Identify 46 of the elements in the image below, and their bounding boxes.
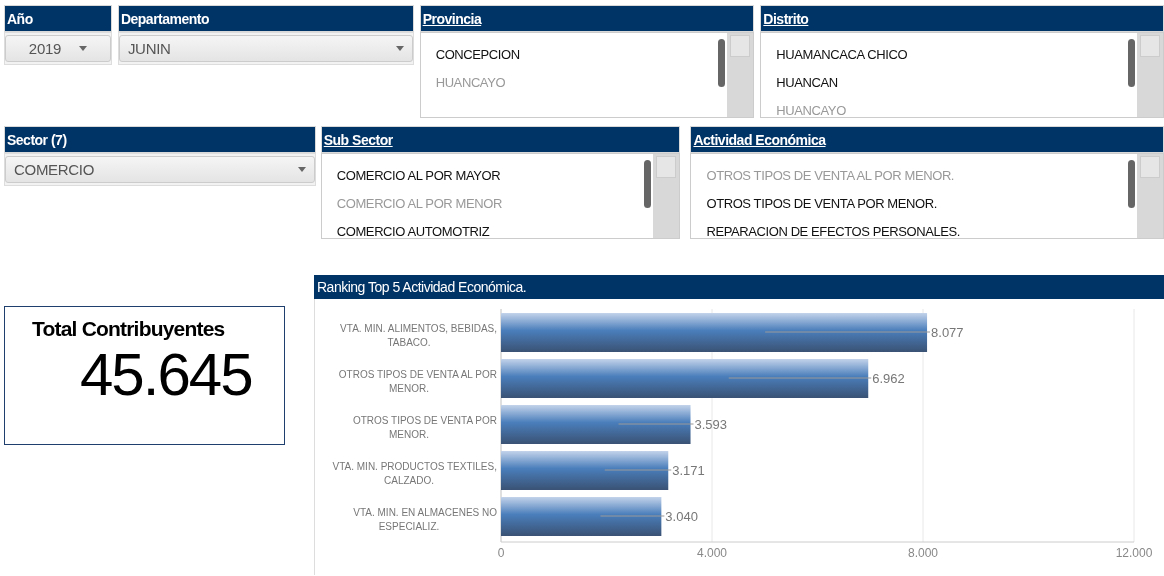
panel-title: Actividad Económica	[693, 131, 826, 148]
dropdown[interactable]: 2019	[5, 35, 111, 62]
chart-title: Ranking Top 5 Actividad Económica.	[317, 279, 527, 295]
category-label: VTA. MIN. PRODUCTOS TEXTILES,	[332, 461, 497, 472]
list-item[interactable]: COMERCIO AL POR MAYOR	[336, 162, 644, 190]
category-label: ESPECIALIZ.	[378, 521, 440, 532]
value-label: 8.077	[931, 325, 964, 340]
category-label: TABACO.	[387, 337, 431, 348]
panel-title: Sector (7)	[7, 131, 67, 148]
panel-title: Sub Sector	[323, 131, 393, 148]
category-label: MENOR.	[389, 383, 429, 394]
caret-icon	[297, 167, 306, 172]
value-label: 6.962	[872, 371, 905, 386]
list-item[interactable]: REPARACION DE EFECTOS PERSONALES.	[706, 218, 1127, 238]
panel-title: Distrito	[763, 10, 809, 27]
axis-tick-label: 0	[497, 546, 505, 560]
category-label: VTA. MIN. EN ALMACENES NO	[353, 507, 497, 518]
axis-tick-label: 12.000	[1115, 546, 1153, 560]
category-label: VTA. MIN. ALIMENTOS, BEBIDAS,	[340, 323, 497, 334]
scrollbar[interactable]	[717, 33, 754, 117]
panel-title: Provincia	[422, 10, 482, 27]
value-label: 3.171	[672, 463, 705, 478]
list-item[interactable]: CONCEPCION	[435, 41, 718, 69]
kpi-value: 45.645	[80, 341, 252, 409]
panel-title: Departamento	[120, 10, 210, 27]
axis-tick-label: 8.000	[908, 546, 938, 560]
list-item[interactable]: COMERCIO AUTOMOTRIZ	[336, 218, 644, 238]
scrollbar[interactable]	[643, 154, 680, 238]
value-label: 3.040	[665, 509, 698, 524]
axis-tick-label: 4.000	[697, 546, 727, 560]
dropdown[interactable]: JUNIN	[118, 35, 413, 62]
dropdown[interactable]: COMERCIO	[5, 156, 315, 183]
scrollbar[interactable]	[1127, 33, 1163, 117]
category-label: OTROS TIPOS DE VENTA POR	[352, 415, 497, 426]
category-label: MENOR.	[389, 429, 429, 440]
category-label: OTROS TIPOS DE VENTA AL POR	[338, 369, 497, 380]
value-label: 3.593	[694, 417, 728, 432]
list-item[interactable]: HUAMANCACA CHICO	[776, 41, 1127, 69]
kpi-title: Total Contribuyentes	[32, 317, 225, 341]
category-label: CALZADO.	[384, 475, 434, 486]
panel-title: Año	[7, 10, 33, 27]
list-item[interactable]: HUANCAN	[776, 69, 1127, 97]
scrollbar[interactable]	[1127, 154, 1163, 238]
caret-icon	[79, 46, 88, 51]
caret-icon	[395, 46, 404, 51]
list-item[interactable]: OTROS TIPOS DE VENTA POR MENOR.	[706, 190, 1127, 218]
